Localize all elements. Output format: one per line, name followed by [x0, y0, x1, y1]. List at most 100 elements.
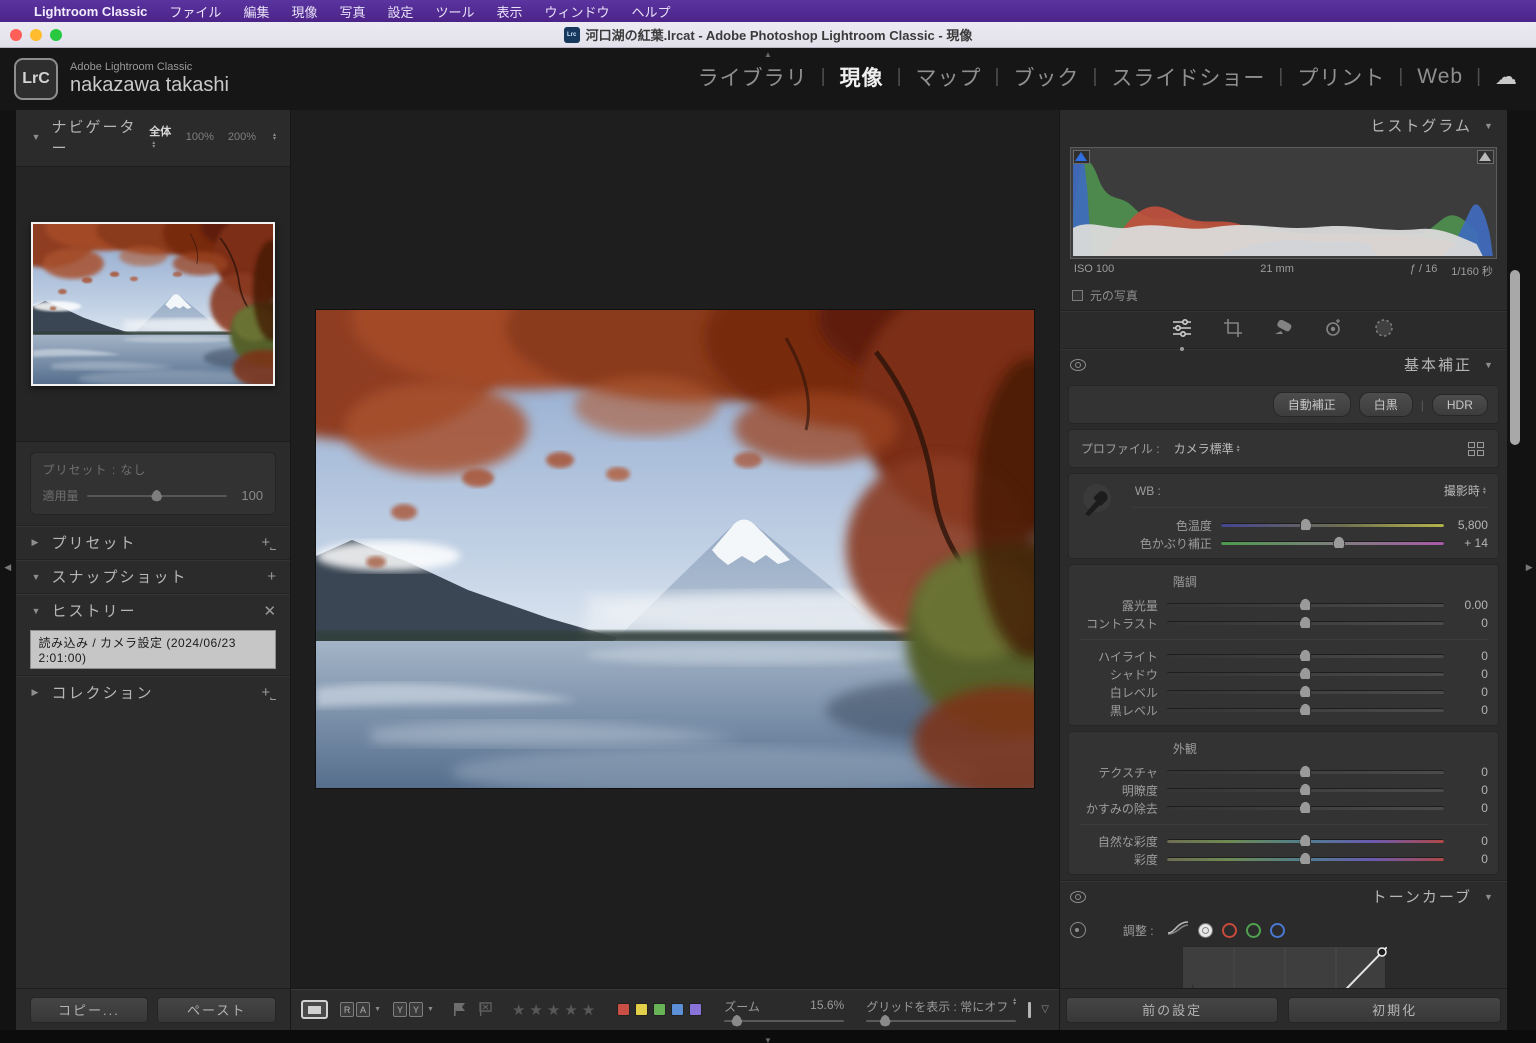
slider-thumb[interactable] [880, 1015, 891, 1027]
parametric-curve-icon[interactable] [1167, 920, 1189, 940]
blacks-slider[interactable] [1167, 708, 1444, 712]
before-after-split-icon[interactable]: YY▼ [393, 1002, 434, 1017]
original-photo-checkbox[interactable] [1072, 290, 1083, 301]
zoom-window-button[interactable] [50, 29, 62, 41]
crop-tool-icon[interactable] [1223, 318, 1243, 343]
navigator-fit-option[interactable]: 全体▴▾ [149, 123, 172, 151]
wb-value[interactable]: 撮影時 [1444, 482, 1480, 499]
collections-panel-header[interactable]: ▶ コレクション +˾ [16, 675, 291, 709]
whites-value[interactable]: 0 [1444, 685, 1488, 699]
star-rating[interactable]: ★★★★★ [512, 1001, 599, 1019]
red-channel-icon[interactable] [1222, 923, 1237, 938]
collapse-top-panel-icon[interactable]: ▲ [764, 50, 772, 59]
color-label-green[interactable] [653, 1003, 666, 1016]
chevron-down-icon[interactable]: ▼ [427, 1006, 434, 1013]
profile-value[interactable]: カメラ標準 [1174, 440, 1234, 457]
module-web[interactable]: Web [1417, 65, 1463, 89]
tone-curve-editor[interactable] [1182, 946, 1386, 988]
module-book[interactable]: ブック [1013, 62, 1079, 92]
point-curve-icon[interactable] [1198, 923, 1213, 938]
add-snapshot-icon[interactable]: + [267, 568, 276, 585]
basic-panel-header[interactable]: 基本補正 ▼ [1060, 348, 1507, 380]
snapshots-panel-header[interactable]: ▼ スナップショット + [16, 559, 291, 593]
color-label-purple[interactable] [689, 1003, 702, 1016]
temp-slider[interactable] [1221, 523, 1444, 527]
red-eye-tool-icon[interactable] [1323, 319, 1343, 342]
slider-thumb[interactable] [1299, 852, 1311, 865]
panel-eye-icon[interactable] [1070, 891, 1086, 903]
blue-channel-icon[interactable] [1270, 923, 1285, 938]
menu-edit[interactable]: 編集 [243, 2, 269, 21]
photo-main-view[interactable] [316, 310, 1034, 788]
before-after-lr-icon[interactable]: RA▼ [340, 1002, 381, 1017]
contrast-value[interactable]: 0 [1444, 616, 1488, 630]
collapse-right-panel-icon[interactable]: ▶ [1526, 562, 1533, 573]
shadows-slider[interactable] [1167, 672, 1444, 676]
color-label-blue[interactable] [671, 1003, 684, 1016]
histogram-display[interactable] [1070, 147, 1497, 259]
dehaze-slider[interactable] [1167, 806, 1444, 810]
add-preset-icon[interactable]: +˾ [261, 534, 276, 551]
slider-thumb[interactable] [1299, 783, 1311, 796]
module-print[interactable]: プリント [1297, 62, 1385, 92]
whites-slider[interactable] [1167, 690, 1444, 694]
navigator-preview-image[interactable] [31, 222, 275, 386]
navigator-zoom-100[interactable]: 100% [186, 131, 214, 143]
edit-tool-icon[interactable] [1171, 318, 1193, 343]
healing-tool-icon[interactable] [1273, 319, 1293, 342]
loupe-view-icon[interactable] [301, 1000, 328, 1019]
wb-stepper-icon[interactable]: ▴▾ [1483, 487, 1486, 495]
zoom-slider[interactable] [724, 1020, 844, 1022]
collapse-bottom-panel-icon[interactable]: ▼ [764, 1036, 772, 1043]
menu-photo[interactable]: 写真 [339, 2, 365, 21]
dehaze-value[interactable]: 0 [1444, 801, 1488, 815]
clarity-value[interactable]: 0 [1444, 783, 1488, 797]
menu-settings[interactable]: 設定 [387, 2, 413, 21]
collapse-left-panel-icon[interactable]: ◀ [4, 562, 11, 573]
slider-thumb[interactable] [731, 1015, 742, 1027]
slider-thumb[interactable] [1299, 598, 1311, 611]
slider-thumb[interactable] [1299, 667, 1311, 680]
slider-thumb[interactable] [1299, 703, 1311, 716]
navigator-header[interactable]: ▼ ナビゲーター 全体▴▾ 100% 200% ▴▾ [16, 110, 291, 164]
slider-thumb[interactable] [151, 490, 162, 502]
slider-thumb[interactable] [1333, 536, 1345, 549]
saturation-value[interactable]: 0 [1444, 852, 1488, 866]
shadow-clipping-indicator[interactable] [1073, 150, 1090, 164]
history-item[interactable]: 読み込み / カメラ設定 (2024/06/23 2:01:00) [30, 630, 277, 669]
presets-panel-header[interactable]: ▶ プリセット +˾ [16, 525, 291, 559]
module-develop[interactable]: 現像 [840, 62, 884, 92]
grid-overlay-stepper-icon[interactable]: ▴▾ [1013, 998, 1016, 1015]
slider-thumb[interactable] [1300, 518, 1312, 531]
pick-flag-icon[interactable] [452, 1002, 468, 1017]
panel-eye-icon[interactable] [1070, 359, 1086, 371]
menu-file[interactable]: ファイル [169, 2, 221, 21]
tint-value[interactable]: + 14 [1444, 536, 1488, 550]
blacks-value[interactable]: 0 [1444, 703, 1488, 717]
grid-overlay-slider[interactable] [866, 1020, 1016, 1022]
texture-slider[interactable] [1167, 770, 1444, 774]
contrast-slider[interactable] [1167, 621, 1444, 625]
navigator-zoom-stepper-icon[interactable]: ▴▾ [273, 133, 276, 141]
profile-stepper-icon[interactable]: ▴▾ [1237, 445, 1240, 453]
color-label-yellow[interactable] [635, 1003, 648, 1016]
slider-thumb[interactable] [1299, 616, 1311, 629]
slider-thumb[interactable] [1299, 685, 1311, 698]
menu-help[interactable]: ヘルプ [632, 2, 671, 21]
masking-tool-icon[interactable] [1373, 317, 1395, 344]
toolbar-options-icon[interactable]: ▽ [1041, 1004, 1049, 1015]
menu-develop[interactable]: 現像 [291, 2, 317, 21]
module-slideshow[interactable]: スライドショー [1111, 62, 1265, 92]
tint-slider[interactable] [1221, 541, 1444, 545]
module-map[interactable]: マップ [916, 62, 982, 92]
previous-settings-button[interactable]: 前の設定 [1066, 997, 1279, 1023]
close-window-button[interactable] [10, 29, 22, 41]
menu-tools[interactable]: ツール [436, 2, 475, 21]
menu-view[interactable]: 表示 [497, 2, 523, 21]
history-panel-header[interactable]: ▼ ヒストリー ✕ [16, 593, 291, 627]
exposure-slider[interactable] [1167, 603, 1444, 607]
texture-value[interactable]: 0 [1444, 765, 1488, 779]
chevron-down-icon[interactable]: ▼ [374, 1006, 381, 1013]
clear-history-icon[interactable]: ✕ [263, 602, 276, 620]
add-collection-icon[interactable]: +˾ [261, 684, 276, 701]
